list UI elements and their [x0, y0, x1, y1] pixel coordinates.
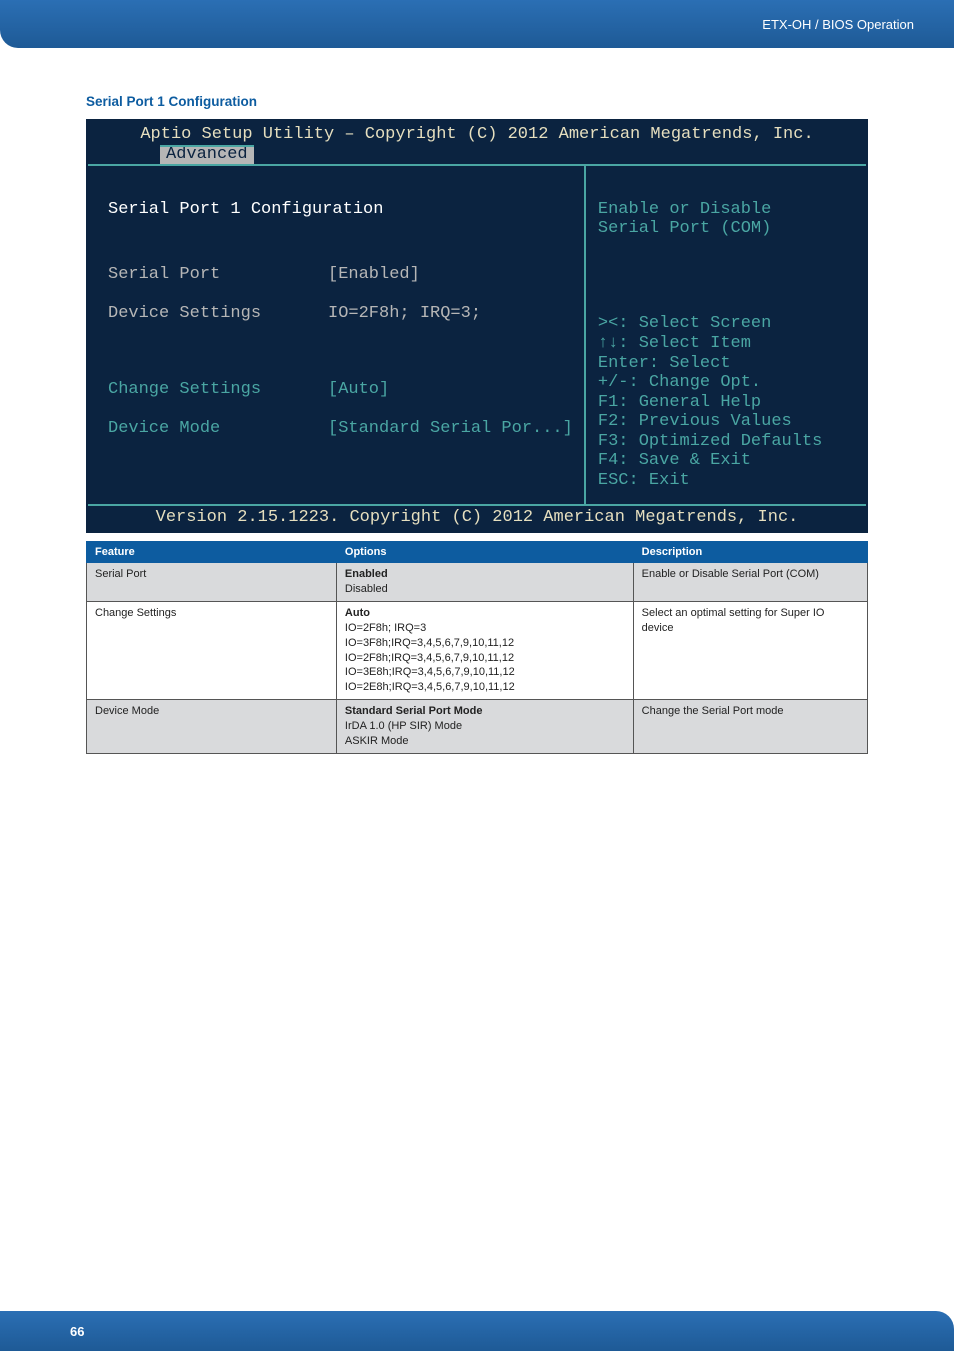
cell-options: Auto IO=2F8h; IRQ=3 IO=3F8h;IRQ=3,4,5,6,7…: [336, 602, 633, 700]
bios-nav-l1: ><: Select Screen: [598, 314, 771, 333]
opt-default: Standard Serial Port Mode: [345, 705, 483, 717]
bios-left-pane: Serial Port 1 Configuration Serial Port[…: [88, 164, 586, 504]
cell-feature: Device Mode: [87, 700, 337, 754]
cell-feature: Serial Port: [87, 563, 337, 602]
bios-right-pane: Enable or Disable Serial Port (COM) ><: …: [586, 164, 866, 504]
bios-item-serial-port-value[interactable]: [Enabled]: [328, 265, 420, 285]
bios-item-device-settings-value: IO=2F8h; IRQ=3;: [328, 304, 481, 324]
bios-nav-l4: +/-: Change Opt.: [598, 373, 761, 392]
bios-tab-row: Advanced: [88, 145, 866, 164]
cell-options: Enabled Disabled: [336, 563, 633, 602]
section-title: Serial Port 1 Configuration: [86, 94, 868, 109]
page-number: 66: [70, 1324, 84, 1339]
bios-item-serial-port-label[interactable]: Serial Port: [108, 265, 328, 285]
opt-other: IO=2F8h; IRQ=3 IO=3F8h;IRQ=3,4,5,6,7,9,1…: [345, 622, 515, 693]
th-feature: Feature: [87, 542, 337, 563]
bios-heading: Serial Port 1 Configuration: [108, 200, 328, 220]
table-row: Serial Port Enabled Disabled Enable or Di…: [87, 563, 868, 602]
cell-description: Enable or Disable Serial Port (COM): [633, 563, 867, 602]
bios-nav-l7: F3: Optimized Defaults: [598, 432, 822, 451]
bios-item-device-mode-label[interactable]: Device Mode: [108, 419, 328, 439]
bios-title: Aptio Setup Utility – Copyright (C) 2012…: [88, 121, 866, 145]
opt-other: Disabled: [345, 583, 388, 595]
bios-nav-l9: ESC: Exit: [598, 471, 690, 490]
table-row: Device Mode Standard Serial Port Mode IrD…: [87, 700, 868, 754]
bios-nav-l8: F4: Save & Exit: [598, 451, 751, 470]
bios-item-change-settings-value[interactable]: [Auto]: [328, 380, 389, 400]
bios-item-change-settings-label[interactable]: Change Settings: [108, 380, 328, 400]
doc-header: ETX-OH / BIOS Operation: [0, 0, 954, 48]
bios-tab-advanced[interactable]: Advanced: [160, 145, 254, 164]
cell-options: Standard Serial Port Mode IrDA 1.0 (HP SI…: [336, 700, 633, 754]
bios-nav-l6: F2: Previous Values: [598, 412, 792, 431]
bios-item-device-settings-label: Device Settings: [108, 304, 328, 324]
bios-nav-l3: Enter: Select: [598, 354, 731, 373]
bios-nav-l5: F1: General Help: [598, 393, 761, 412]
opt-default: Enabled: [345, 568, 388, 580]
bios-help-line1: Enable or Disable: [598, 200, 771, 219]
opt-default: Auto: [345, 607, 370, 619]
bios-help-text: Enable or Disable Serial Port (COM): [598, 180, 854, 239]
th-description: Description: [633, 542, 867, 563]
cell-description: Change the Serial Port mode: [633, 700, 867, 754]
table-row: Change Settings Auto IO=2F8h; IRQ=3 IO=3F…: [87, 602, 868, 700]
bios-version: Version 2.15.1223. Copyright (C) 2012 Am…: [88, 504, 866, 531]
bios-help-line2: Serial Port (COM): [598, 219, 771, 238]
table-header-row: Feature Options Description: [87, 542, 868, 563]
bios-nav-l2: ↑↓: Select Item: [598, 334, 751, 353]
cell-description: Select an optimal setting for Super IO d…: [633, 602, 867, 700]
opt-other: IrDA 1.0 (HP SIR) Mode ASKIR Mode: [345, 720, 462, 747]
cell-feature: Change Settings: [87, 602, 337, 700]
doc-title: ETX-OH / BIOS Operation: [762, 17, 914, 32]
bios-nav-help: ><: Select Screen ↑↓: Select Item Enter:…: [598, 295, 854, 490]
bios-screenshot: Aptio Setup Utility – Copyright (C) 2012…: [86, 119, 868, 533]
feature-table: Feature Options Description Serial Port …: [86, 541, 868, 753]
th-options: Options: [336, 542, 633, 563]
page-footer: 66: [0, 1311, 954, 1351]
bios-item-device-mode-value[interactable]: [Standard Serial Por...]: [328, 419, 573, 439]
